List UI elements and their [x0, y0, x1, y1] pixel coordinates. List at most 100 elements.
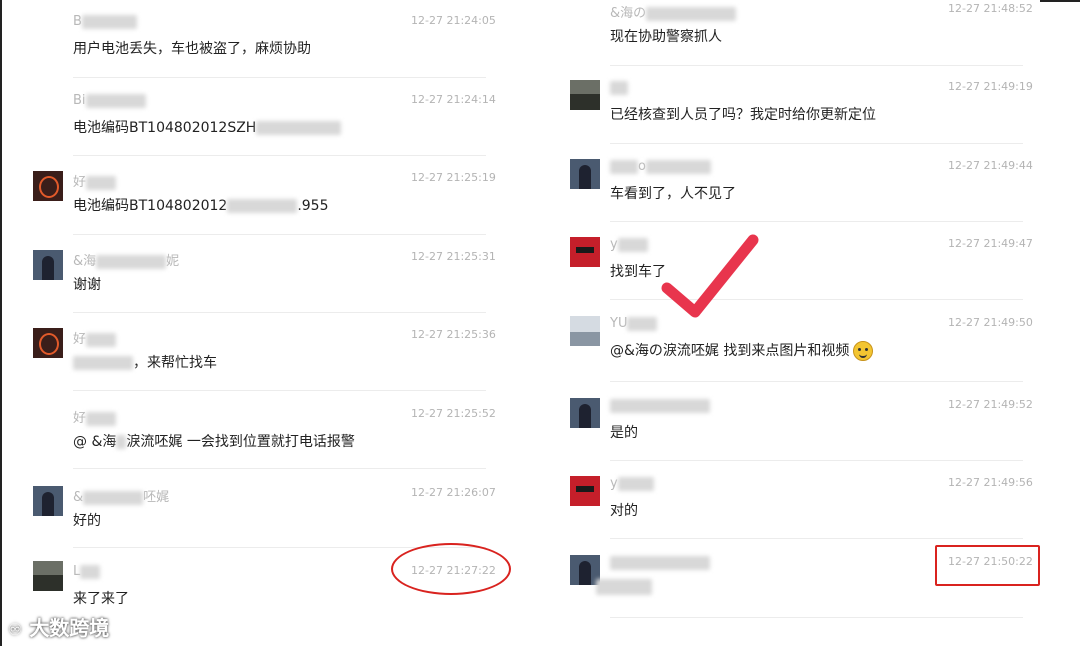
message-time: 12-27 21:24:14	[411, 93, 496, 106]
person-avatar[interactable]	[570, 159, 600, 189]
chat-message: 好 12-27 21:25:36 ，来帮忙找车	[33, 328, 496, 406]
message-text: 用户电池丢失，车也被盗了，麻烦协助	[73, 41, 311, 57]
message-time: 12-27 21:49:52	[948, 398, 1033, 411]
message-divider	[73, 390, 486, 391]
message-divider	[610, 538, 1023, 539]
chat-message: B 12-27 21:24:05 用户电池丢失，车也被盗了，麻烦协助	[33, 14, 496, 92]
sender-name: &海妮	[73, 254, 180, 269]
message-text: 对的	[610, 503, 638, 519]
brown-circle-avatar[interactable]	[33, 171, 63, 201]
message-time: 12-27 21:49:50	[948, 316, 1033, 329]
watermark-logo-icon: ♾	[8, 620, 23, 639]
chat-message: 好 12-27 21:25:52 @ &海 淚流呸娓 一会找到位置就打电话报警	[33, 407, 496, 485]
sender-name: &海の	[610, 2, 737, 21]
message-time: 12-27 21:25:31	[411, 250, 496, 263]
sender-name: 好	[73, 407, 117, 426]
sender-name: o	[610, 159, 711, 174]
chat-message: o 12-27 21:49:44 车看到了，人不见了	[570, 159, 1033, 237]
message-text: 电池编码BT104802012SZH	[73, 117, 342, 137]
time-highlight-rect	[935, 545, 1040, 586]
sender-name: B	[73, 14, 137, 29]
message-text: @&海の淚流呸娓 找到来点图片和视频	[610, 340, 874, 361]
person-photo-icon	[42, 256, 54, 280]
message-time: 12-27 21:25:36	[411, 328, 496, 341]
chat-message: &海妮 12-27 21:25:31 谢谢	[33, 250, 496, 328]
sender-name: & 呸娓	[73, 490, 170, 505]
message-time: 12-27 21:49:47	[948, 237, 1033, 250]
red-logo-icon	[576, 486, 594, 492]
message-divider	[610, 460, 1023, 461]
snow-avatar[interactable]	[570, 316, 600, 346]
person-avatar[interactable]	[33, 250, 63, 280]
brown-circle-icon	[39, 333, 59, 355]
chat-message: 好 12-27 21:25:19 电池编码BT104802012.955	[33, 171, 496, 249]
scene-avatar[interactable]	[570, 80, 600, 110]
message-time: 12-27 21:49:56	[948, 476, 1033, 489]
chat-message: &海の 12-27 21:48:52 现在协助警察抓人	[570, 2, 1033, 80]
person-avatar[interactable]	[33, 486, 63, 516]
message-text: ，来帮忙找车	[73, 352, 217, 372]
message-divider	[610, 65, 1023, 66]
window-frame-top	[1040, 0, 1080, 2]
message-text: 车看到了，人不见了	[610, 186, 736, 202]
message-text: 是的	[610, 425, 638, 441]
message-time: 12-27 21:25:52	[411, 407, 496, 420]
message-time: 12-27 21:24:05	[411, 14, 496, 27]
message-text: 现在协助警察抓人	[610, 29, 722, 45]
message-text: @ &海 淚流呸娓 一会找到位置就打电话报警	[73, 434, 355, 450]
message-divider	[610, 221, 1023, 222]
message-text: 已经核查到人员了吗？我定时给你更新定位	[610, 107, 876, 123]
red-logo-avatar[interactable]	[570, 476, 600, 506]
window-frame-left	[0, 0, 2, 646]
message-divider	[610, 381, 1023, 382]
sender-name: L	[73, 564, 101, 579]
person-photo-icon	[42, 492, 54, 516]
message-text	[596, 579, 652, 595]
sender-name: y	[610, 476, 654, 491]
message-time: 12-27 21:26:07	[411, 486, 496, 499]
message-divider	[610, 617, 1023, 618]
message-time: 12-27 21:25:19	[411, 171, 496, 184]
scene-photo-icon	[33, 575, 63, 591]
scene-photo-icon	[570, 94, 600, 110]
snow-photo-icon	[570, 332, 600, 346]
message-time: 12-27 21:48:52	[948, 2, 1033, 15]
message-divider	[73, 312, 486, 313]
watermark-text: ♾ 大数跨境	[8, 616, 110, 640]
message-time: 12-27 21:49:44	[948, 159, 1033, 172]
message-text: 来了来了	[73, 591, 129, 607]
message-divider	[73, 468, 486, 469]
chat-message: YU 12-27 21:49:50 @&海の淚流呸娓 找到来点图片和视频	[570, 316, 1033, 394]
message-text: 好的	[73, 513, 101, 529]
person-photo-icon	[579, 404, 591, 428]
chat-message: Bi 12-27 21:24:14 电池编码BT104802012SZH	[33, 93, 496, 171]
chat-message: 12-27 21:49:52 是的	[570, 398, 1033, 476]
time-highlight-oval	[391, 543, 511, 595]
sender-name: 好	[73, 328, 117, 347]
sender-name: YU	[610, 316, 658, 331]
sender-name: Bi	[73, 93, 146, 108]
message-divider	[73, 155, 486, 156]
sender-name: y	[610, 237, 648, 252]
sender-name	[610, 555, 710, 570]
red-logo-avatar[interactable]	[570, 237, 600, 267]
chat-message: y 12-27 21:49:56 对的	[570, 476, 1033, 554]
person-photo-icon	[579, 165, 591, 189]
smiley-emoji-icon	[853, 341, 874, 361]
red-checkmark-icon	[661, 234, 759, 318]
message-divider	[610, 143, 1023, 144]
message-text: 谢谢	[73, 277, 101, 293]
sender-name	[610, 80, 628, 95]
person-photo-icon	[579, 561, 591, 585]
sender-name	[610, 398, 710, 413]
chat-message: y 12-27 21:49:47 找到车了	[570, 237, 1033, 315]
sender-name: 好	[73, 171, 117, 190]
scene-avatar[interactable]	[33, 561, 63, 591]
person-avatar[interactable]	[570, 398, 600, 428]
message-divider	[73, 77, 486, 78]
brown-circle-icon	[39, 176, 59, 198]
brown-circle-avatar[interactable]	[33, 328, 63, 358]
chat-message: 12-27 21:49:19 已经核查到人员了吗？我定时给你更新定位	[570, 80, 1033, 158]
message-time: 12-27 21:49:19	[948, 80, 1033, 93]
message-divider	[73, 234, 486, 235]
